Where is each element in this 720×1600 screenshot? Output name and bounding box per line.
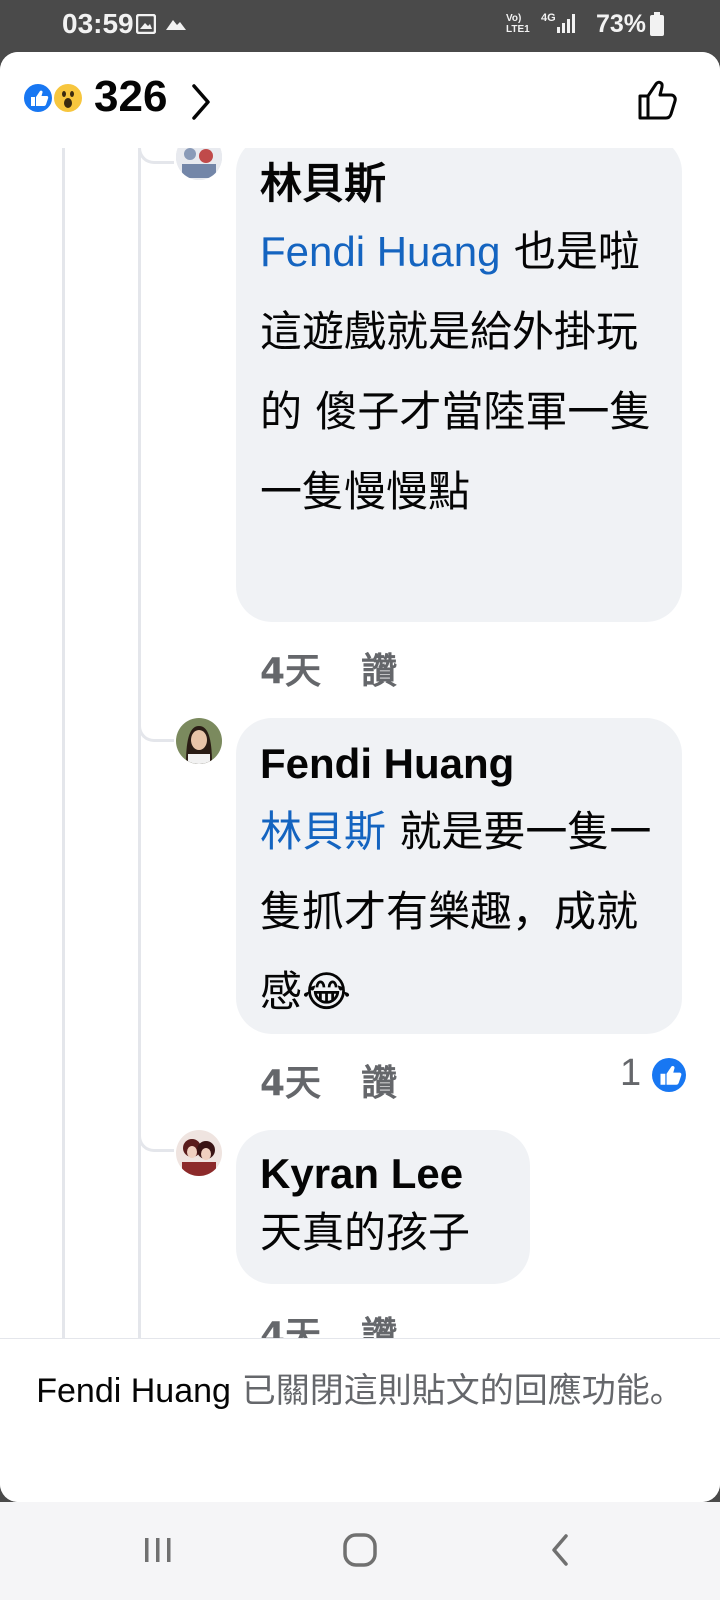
signal-icon bbox=[556, 12, 578, 38]
status-bar: 03:59 Vo) LTE1 4G 73% bbox=[0, 0, 720, 52]
comment-bubble[interactable]: 林貝斯 Fendi Huang 也是啦這遊戲就是給外掛玩的 傻子才當陸軍一隻一隻… bbox=[236, 148, 682, 622]
battery-percent: 73% bbox=[596, 10, 647, 38]
network-label: Vo) LTE1 bbox=[506, 13, 530, 35]
reaction-count[interactable]: 1 bbox=[620, 1052, 641, 1095]
laughing-emoji-icon: 😂 bbox=[302, 967, 352, 1016]
comments-sheet: 326 林貝斯 Fendi Huang 也是啦這遊戲就是給外掛玩的 傻子才當陸軍… bbox=[0, 52, 720, 1502]
like-reaction-icon bbox=[652, 1058, 686, 1092]
mountain-icon bbox=[164, 14, 188, 38]
comment-meta: 4天讚 bbox=[260, 642, 397, 694]
comment-meta: 4天讚 bbox=[260, 1054, 397, 1106]
gallery-icon bbox=[135, 13, 157, 38]
home-icon[interactable] bbox=[340, 1530, 380, 1574]
mention-link[interactable]: 林貝斯 bbox=[260, 808, 386, 855]
like-button[interactable]: 讚 bbox=[361, 1315, 397, 1338]
closed-notice-author[interactable]: Fendi Huang bbox=[36, 1372, 231, 1410]
mention-link[interactable]: Fendi Huang bbox=[260, 228, 501, 275]
wow-reaction-icon bbox=[52, 82, 84, 114]
reply-connector bbox=[138, 1130, 174, 1152]
navigation-bar bbox=[0, 1502, 720, 1600]
back-icon[interactable] bbox=[546, 1530, 574, 1574]
comment-thread: 林貝斯 Fendi Huang 也是啦這遊戲就是給外掛玩的 傻子才當陸軍一隻一隻… bbox=[0, 148, 720, 1338]
network-type: 4G bbox=[541, 12, 556, 24]
reactions-header: 326 bbox=[0, 52, 720, 148]
chevron-right-icon[interactable] bbox=[190, 82, 212, 126]
reaction-count[interactable]: 326 bbox=[94, 72, 167, 122]
reply-connector bbox=[138, 720, 174, 742]
thread-line bbox=[62, 148, 65, 1338]
comment-author[interactable]: Kyran Lee bbox=[260, 1146, 506, 1202]
like-reaction-icon bbox=[22, 82, 54, 114]
comment-body: 天真的孩子 bbox=[260, 1208, 471, 1257]
comment-time[interactable]: 4天 bbox=[260, 1063, 321, 1104]
status-time: 03:59 bbox=[62, 8, 134, 39]
comment-author[interactable]: 林貝斯 bbox=[260, 156, 658, 212]
like-button[interactable]: 讚 bbox=[361, 651, 397, 692]
comment-text: 林貝斯 就是要一隻一隻抓才有樂趣，成就感😂 bbox=[260, 792, 658, 1032]
comment-text: Fendi Huang 也是啦這遊戲就是給外掛玩的 傻子才當陸軍一隻一隻慢慢點 bbox=[260, 212, 658, 532]
thumbs-up-icon[interactable] bbox=[636, 78, 680, 122]
comment-meta: 4天 讚 bbox=[260, 1306, 397, 1338]
avatar[interactable] bbox=[176, 148, 222, 180]
closed-notice-text: Fendi Huang 已關閉這則貼文的回應功能。 bbox=[24, 1361, 696, 1421]
reply-line bbox=[138, 148, 141, 1338]
comment-bubble[interactable]: Kyran Lee 天真的孩子 bbox=[236, 1130, 530, 1284]
like-button[interactable]: 讚 bbox=[361, 1063, 397, 1104]
comment-time[interactable]: 4天 bbox=[260, 1315, 321, 1338]
battery-icon bbox=[650, 12, 664, 40]
recent-apps-icon[interactable] bbox=[140, 1532, 176, 1572]
avatar[interactable] bbox=[176, 718, 222, 764]
comment-author[interactable]: Fendi Huang bbox=[260, 736, 658, 792]
reply-connector bbox=[138, 148, 174, 164]
avatar[interactable] bbox=[176, 1130, 222, 1176]
comment-time[interactable]: 4天 bbox=[260, 651, 321, 692]
comment-bubble[interactable]: Fendi Huang 林貝斯 就是要一隻一隻抓才有樂趣，成就感😂 bbox=[236, 718, 682, 1034]
comments-closed-notice: Fendi Huang 已關閉這則貼文的回應功能。 bbox=[0, 1338, 720, 1502]
comment-text: 天真的孩子 bbox=[260, 1202, 506, 1264]
closed-notice-message: 已關閉這則貼文的回應功能。 bbox=[241, 1371, 684, 1411]
